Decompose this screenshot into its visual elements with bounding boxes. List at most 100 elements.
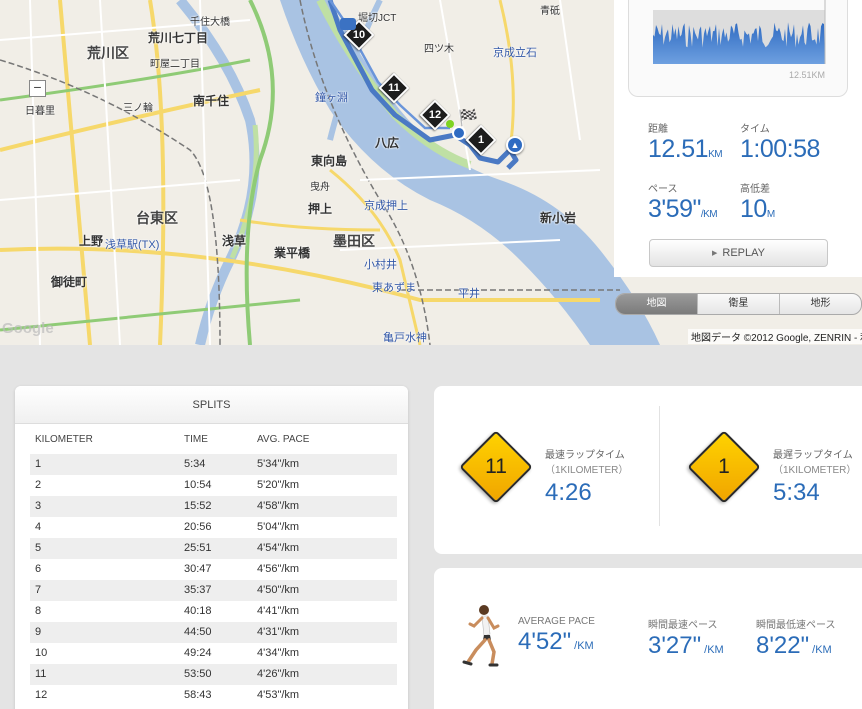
table-row: 9 44:50 4'31"/km [30,622,397,643]
map-label: 浅草駅(TX) [105,239,160,251]
split-time: 40:18 [184,605,212,617]
fastest-lap-sub: （1KILOMETER） [545,465,629,476]
split-time: 44:50 [184,626,212,638]
replay-button[interactable]: ▶ REPLAY [649,239,828,267]
stat-time: タイム 1:00:58 [740,120,820,164]
header-time: TIME [184,434,208,445]
elevation-chart: 12.51KM [628,0,848,97]
map-label: 京成立石 [493,47,537,59]
splits-panel: SPLITS KILOMETER TIME AVG. PACE 1 5:34 5'3… [15,386,408,709]
split-time: 15:52 [184,500,212,512]
map-label: 亀戸水神 [383,332,427,344]
map-label: 業平橋 [274,246,311,260]
split-pace: 4'58"/km [257,500,300,512]
split-km: 5 [35,542,42,554]
split-km: 8 [35,605,42,617]
run-stats-panel: 12.51KM 距離 12.51KM タイム 1:00:58 ペース 3'59"… [614,0,862,277]
zoom-out-button[interactable]: − [29,80,46,97]
split-pace: 4'34"/km [257,647,300,659]
table-row: 7 35:37 4'50"/km [30,580,397,601]
map-label: 八広 [375,136,400,150]
split-time: 49:24 [184,647,212,659]
split-pace: 4'26"/km [257,668,300,680]
map-label: 町屋二丁目 [150,59,200,70]
splits-header: KILOMETER TIME AVG. PACE [35,434,397,448]
pace-panel: AVERAGE PACE 4'52"/KM 瞬間最速ペース 3'27"/KM 瞬… [434,568,862,709]
split-time: 58:43 [184,689,212,701]
map-label: 東あずま [372,282,416,294]
start-pin-icon[interactable]: ▲ [506,136,524,154]
map-type-selector: 地図 衛星 地形 [615,293,862,315]
average-pace-label: AVERAGE PACE [518,616,595,627]
map-label: 平井 [458,288,480,300]
max-pace-label: 瞬間最速ペース [648,620,718,631]
map-label: 鐘ヶ淵 [315,92,348,104]
map-label-sumida-ku: 墨田区 [333,233,375,249]
map-label: 押上 [308,202,333,216]
split-pace: 4'41"/km [257,605,300,617]
split-km: 11 [35,668,47,680]
split-pace: 4'50"/km [257,584,300,596]
split-km: 1 [35,458,42,470]
stat-label: 高低差 [740,184,770,195]
lap-divider [659,406,660,526]
split-km: 7 [35,584,42,596]
max-pace: 瞬間最速ペース 3'27"/KM [648,616,724,660]
table-row: 1 5:34 5'34"/km [30,454,397,475]
map-label: 小村井 [364,259,397,271]
table-row: 3 15:52 4'58"/km [30,496,397,517]
tab-terrain[interactable]: 地形 [779,294,861,314]
elevation-distance: 12.51KM [789,70,826,80]
map-label-taito-ku: 台東区 [136,210,178,226]
stat-label: タイム [740,124,770,135]
tab-map[interactable]: 地図 [616,294,697,314]
split-km: 6 [35,563,42,575]
split-time: 53:50 [184,668,212,680]
stat-label: 距離 [648,124,668,135]
tab-satellite[interactable]: 衛星 [697,294,779,314]
slowest-lap-sub: （1KILOMETER） [773,465,857,476]
header-avg-pace: AVG. PACE [257,434,310,445]
min-pace-value: 8'22" [756,632,810,659]
split-time: 5:34 [184,458,206,470]
average-pace: AVERAGE PACE 4'52"/KM [518,616,595,656]
split-pace: 5'34"/km [257,458,300,470]
map-copyright: 地図データ ©2012 Google, ZENRIN - 利 [688,329,862,344]
splits-title: SPLITS [15,386,408,424]
slowest-lap-label: 最遅ラップタイム [773,450,853,461]
max-pace-value: 3'27" [648,632,702,659]
table-row: 6 30:47 4'56"/km [30,559,397,580]
map-label: 堀切JCT [358,13,397,24]
split-km: 9 [35,626,42,638]
header-kilometer: KILOMETER [35,434,93,445]
split-pace: 4'56"/km [257,563,300,575]
finish-flag-icon: 🏁 [458,110,478,127]
split-pace: 4'54"/km [257,542,300,554]
stat-pace: ペース 3'59"/KM [648,180,718,224]
map-label: 新小岩 [540,211,577,225]
map-label: 浅草 [222,234,247,248]
split-time: 25:51 [184,542,212,554]
map-label: 曳舟 [310,182,330,193]
splits-table: 1 5:34 5'34"/km 2 10:54 5'20"/km 3 15:52 4'58"/k… [30,454,397,706]
split-km: 12 [35,689,48,701]
map-label-arakawa-ku: 荒川区 [87,45,129,61]
split-pace: 4'31"/km [257,626,300,638]
stat-value: 1:00:58 [740,135,820,163]
split-time: 20:56 [184,521,212,533]
fastest-lap: 最速ラップタイム （1KILOMETER） 4:26 [545,446,628,507]
goal-pin-icon [340,18,356,30]
split-time: 10:54 [184,479,212,491]
map-label: 御徒町 [51,275,88,289]
map-label: 東向島 [311,154,348,168]
min-pace-label: 瞬間最低速ペース [756,620,836,631]
map-label: 南千住 [193,94,230,108]
average-pace-unit: /KM [574,640,594,652]
map-label: 青砥 [540,6,560,17]
runner-icon [462,605,500,667]
stat-elevation: 高低差 10M [740,180,775,224]
map-label: 京成押上 [364,200,408,212]
average-pace-value: 4'52" [518,628,572,655]
fastest-lap-label: 最速ラップタイム [545,450,625,461]
fastest-lap-sign-icon: 11 [459,430,533,504]
